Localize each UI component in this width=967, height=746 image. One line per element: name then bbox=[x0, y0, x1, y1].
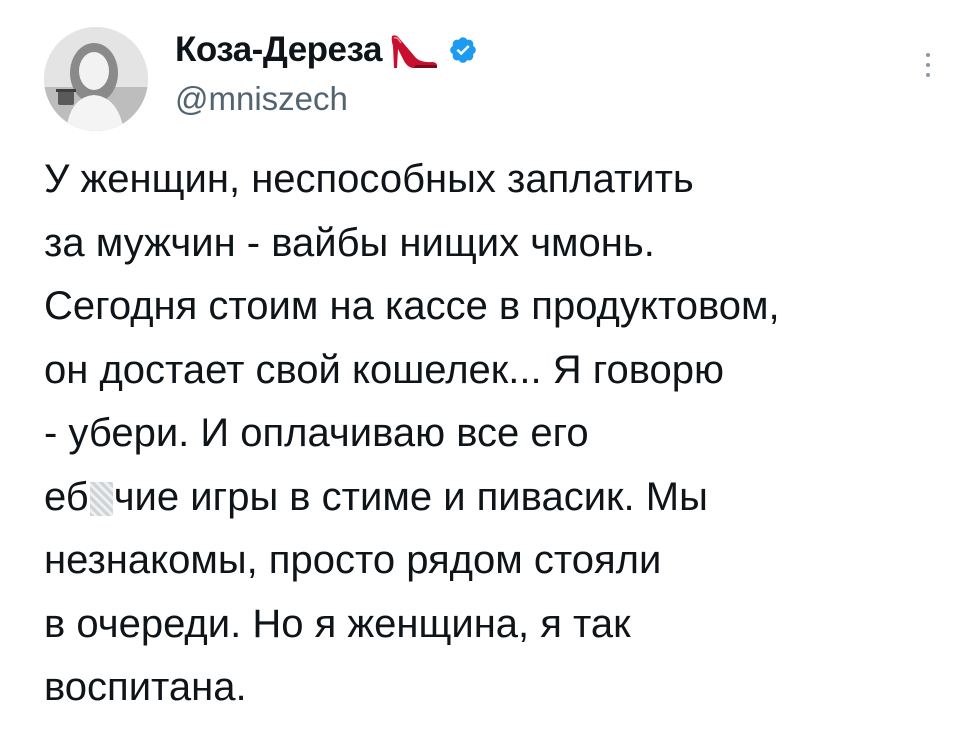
high-heel-icon bbox=[388, 30, 440, 70]
verified-badge-icon bbox=[448, 35, 478, 65]
tweet: Коза-Дереза @mniszech У женщин, неспособ… bbox=[0, 0, 967, 746]
tweet-line: в очереди. Но я женщина, я так bbox=[44, 601, 631, 646]
tweet-line: незнакомы, просто рядом стояли bbox=[44, 538, 662, 582]
censor-blur bbox=[89, 481, 113, 516]
tweet-header: Коза-Дереза @mniszech bbox=[175, 26, 478, 118]
avatar-image bbox=[44, 27, 148, 131]
avatar[interactable] bbox=[44, 27, 148, 131]
tweet-line-censored: еб чие игры в стиме и пивасик. Мы bbox=[44, 466, 954, 530]
tweet-text: У женщин, неспособных заплатить за мужчи… bbox=[44, 148, 954, 720]
name-row: Коза-Дереза bbox=[175, 26, 478, 74]
tweet-text-fragment: чие игры в стиме и пивасик. Мы bbox=[113, 474, 708, 519]
tweet-line: У женщин, неспособных заплатить bbox=[44, 157, 694, 201]
tweet-line: он достает свой кошелек... Я говорю bbox=[44, 347, 724, 392]
tweet-line: Сегодня стоим на кассе в продуктовом, bbox=[44, 284, 780, 328]
display-name[interactable]: Коза-Дереза bbox=[175, 30, 382, 70]
more-options-icon[interactable] bbox=[920, 50, 936, 80]
tweet-line: воспитана. bbox=[44, 665, 247, 709]
tweet-text-fragment: еб bbox=[44, 474, 89, 519]
tweet-line: - убери. И оплачиваю все его bbox=[44, 411, 589, 455]
user-handle[interactable]: @mniszech bbox=[175, 80, 478, 118]
tweet-line: за мужчин - вайбы нищих чмонь. bbox=[44, 220, 655, 265]
